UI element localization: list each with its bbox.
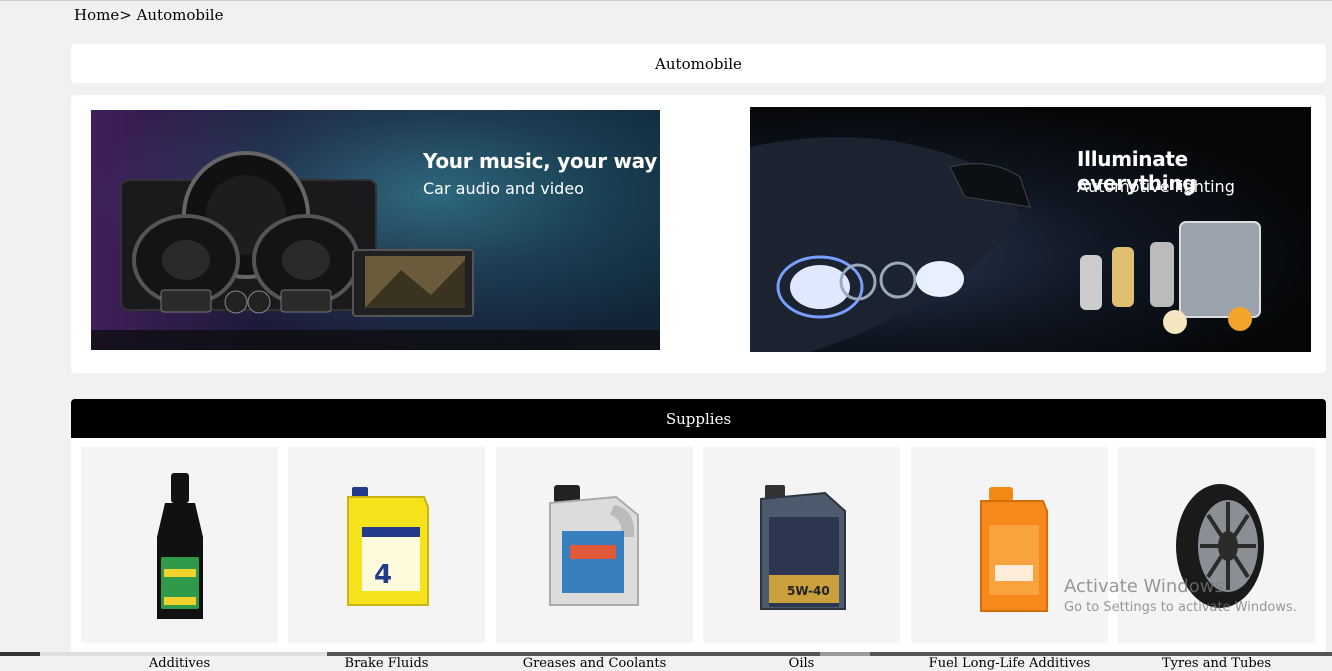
automotive-lighting-subheading: Automotive lighting	[1077, 177, 1235, 196]
car-headlight-illustration	[750, 137, 1261, 352]
breadcrumb-current: Automobile	[131, 6, 224, 24]
car-audio-subheading: Car audio and video	[423, 179, 584, 198]
svg-text:4: 4	[374, 560, 392, 590]
breadcrumb-separator: >	[119, 6, 132, 24]
breadcrumb-home-link[interactable]: Home	[74, 6, 119, 24]
product-card-brake-fluids[interactable]: 4 Brake Fluids	[288, 447, 485, 671]
car-audio-illustration	[91, 151, 660, 350]
car-audio-heading: Your music, your way	[423, 149, 657, 173]
banner-card: Your music, your way Car audio and video…	[71, 95, 1326, 373]
svg-text:5W-40: 5W-40	[787, 584, 830, 598]
page-title-card: Automobile	[71, 44, 1326, 83]
page-title: Automobile	[655, 54, 742, 73]
car-audio-banner[interactable]: Your music, your way Car audio and video	[91, 110, 660, 350]
engine-oil-can-icon: 5W-40	[760, 485, 846, 610]
product-name: Tyres and Tubes	[1161, 656, 1272, 671]
section-title: Supplies	[665, 409, 732, 428]
watermark-title: Activate Windows	[1064, 576, 1224, 597]
product-card-additives[interactable]: Additives	[81, 447, 278, 671]
watermark-subtitle: Go to Settings to activate Windows.	[1064, 600, 1297, 615]
product-name: Greases and Coolants	[522, 656, 667, 671]
fuel-system-cleaner-bottle-icon	[157, 473, 203, 619]
product-name: Additives	[148, 656, 211, 671]
activate-windows-watermark: Activate Windows Go to Settings to activ…	[1064, 576, 1297, 615]
top-border	[0, 0, 1332, 1]
product-name: Fuel Long-Life Additives	[928, 656, 1091, 671]
automotive-lighting-banner[interactable]: Illuminate everything Automotive lightin…	[750, 107, 1311, 352]
product-card-oils[interactable]: 5W-40 Oils	[703, 447, 900, 671]
taskbar-edge	[0, 652, 1332, 656]
product-card-greases-coolants[interactable]: Greases and Coolants	[496, 447, 693, 671]
product-name: Oils	[788, 656, 815, 671]
product-grid: Additives 4 Brake Fluids Greases and Coo…	[71, 438, 1326, 671]
supplies-section-header: Supplies	[71, 399, 1326, 438]
motor-oil-can-icon	[549, 485, 639, 606]
breadcrumb: Home> Automobile	[74, 6, 223, 24]
brake-fluid-jerrycan-icon: 4	[347, 487, 429, 606]
product-name: Brake Fluids	[344, 656, 429, 671]
